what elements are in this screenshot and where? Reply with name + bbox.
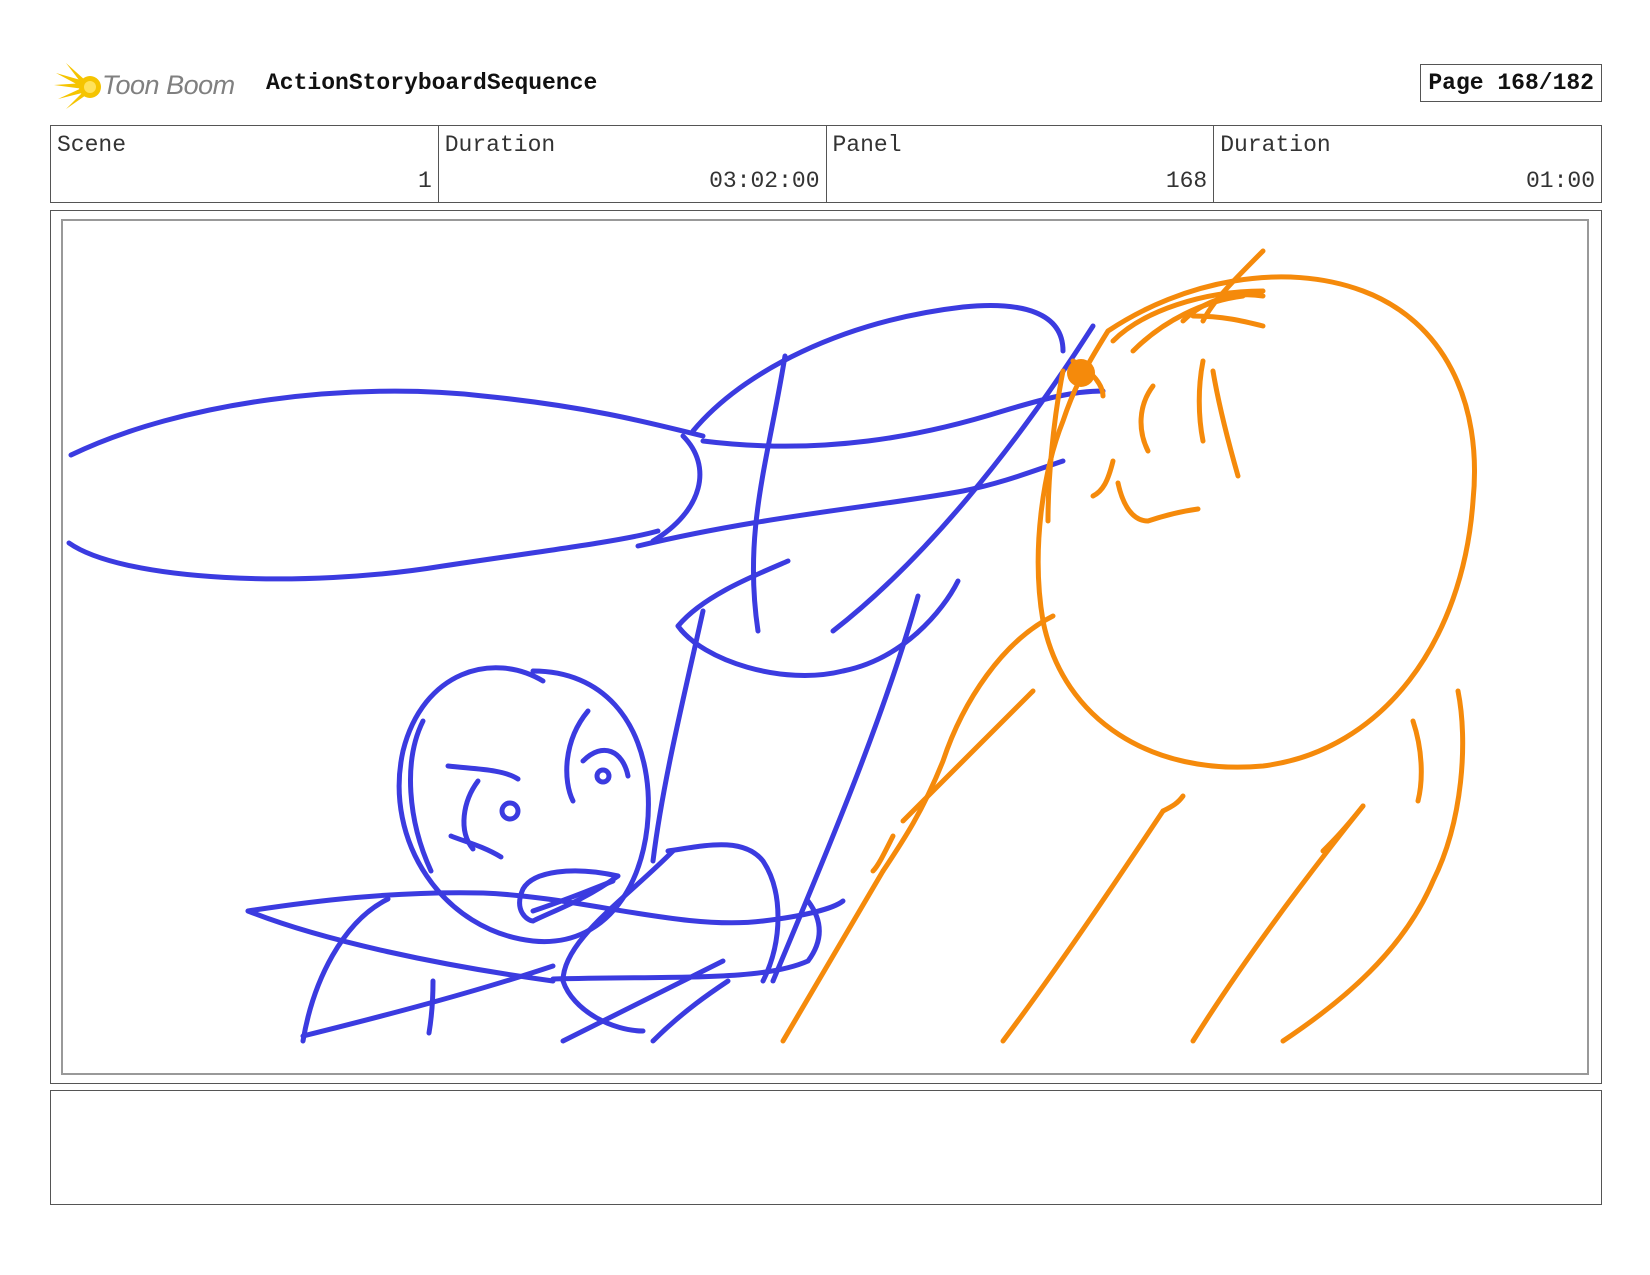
blue-leg-left-stroke	[650, 608, 706, 864]
orange-sleeve-stroke	[870, 833, 896, 874]
starburst-icon	[54, 63, 101, 109]
blue-torso-line-stroke	[750, 353, 788, 634]
toon-boom-logo: Toon Boom	[54, 60, 264, 110]
blue-eye-left-stroke	[461, 778, 481, 852]
panel-label: Panel	[832, 132, 902, 158]
orange-arm-left-stroke	[780, 868, 886, 1044]
blue-head-stroke	[396, 665, 651, 945]
page-number: Page 168/182	[1420, 64, 1602, 102]
orange-torso-right-stroke	[1190, 803, 1366, 1044]
orange-eye-left-stroke	[1138, 383, 1156, 454]
scene-cell: Scene 1	[51, 126, 439, 202]
orange-arm-inner-stroke	[1410, 718, 1424, 804]
storyboard-panel-image	[61, 219, 1589, 1075]
orange-mouth-stroke	[1115, 480, 1201, 524]
impact-spot	[1067, 359, 1095, 387]
orange-collar-stroke	[1160, 793, 1186, 814]
scene-label: Scene	[57, 132, 127, 158]
scene-value: 1	[417, 168, 432, 194]
orange-eye-right-stroke	[1196, 358, 1206, 444]
panel-cell: Panel 168	[827, 126, 1215, 202]
scene-duration-value: 03:02:00	[709, 168, 820, 194]
orange-arm-right-stroke	[1280, 688, 1466, 1044]
blue-eye-right-pupil	[594, 767, 612, 785]
blue-arm-upper-stroke	[68, 388, 706, 458]
storyboard-panel-frame	[50, 210, 1602, 1084]
orange-fold-stroke	[1320, 803, 1366, 854]
blue-leg-right-stroke	[770, 593, 921, 984]
panel-duration-cell: Duration 01:00	[1214, 126, 1601, 202]
sketch-drawing	[66, 248, 1477, 1044]
orange-chest-stroke	[900, 688, 1036, 824]
orange-character-sketch	[780, 248, 1477, 1044]
page-header: Toon Boom ActionStoryboardSequence Page …	[50, 56, 1602, 110]
blue-elbow-stroke	[650, 433, 703, 544]
scene-info-table: Scene 1 Duration 03:02:00 Panel 168 Dura…	[50, 125, 1602, 203]
sequence-title: ActionStoryboardSequence	[266, 70, 598, 96]
orange-torso-stroke	[1000, 808, 1166, 1044]
blue-character-sketch	[66, 303, 1106, 1044]
blue-eye-left-pupil	[499, 800, 521, 822]
panel-value: 168	[1165, 168, 1208, 194]
panel-notes-box	[50, 1090, 1602, 1205]
logo-text: Toon Boom	[102, 69, 235, 100]
scene-duration-label: Duration	[444, 132, 556, 158]
orange-head-stroke	[1035, 274, 1477, 770]
panel-duration-value: 01:00	[1525, 168, 1595, 194]
blue-arm-lower-stroke	[66, 528, 661, 582]
blue-lower-arm-bottom-stroke	[245, 908, 556, 984]
blue-diagonal-stroke	[830, 323, 1096, 634]
blue-brow-left-stroke	[445, 763, 521, 782]
blue-cheek-stroke	[448, 833, 504, 860]
orange-hair-stroke-2	[1130, 293, 1246, 354]
orange-brow-stroke	[1210, 368, 1241, 479]
panel-duration-label: Duration	[1220, 132, 1331, 158]
blue-waist-stroke	[675, 558, 961, 678]
scene-duration-cell: Duration 03:02:00	[439, 126, 827, 202]
orange-shoulder-stroke	[880, 613, 1056, 874]
blue-fold-stroke	[426, 978, 436, 1036]
orange-nose-stroke	[1090, 458, 1116, 499]
